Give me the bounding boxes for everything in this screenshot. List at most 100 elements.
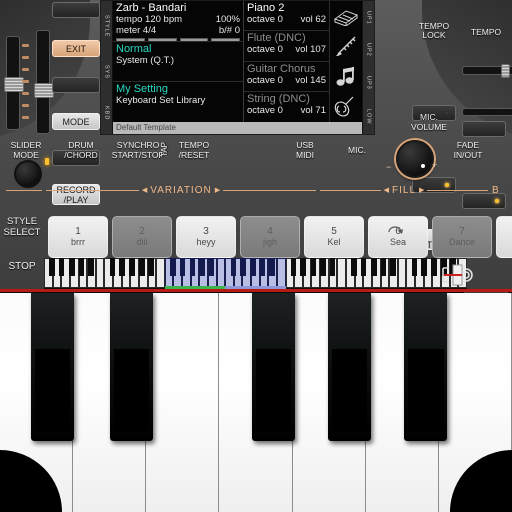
- part-row-upper3[interactable]: Guitar Chorus octave 0 vol 145: [244, 61, 362, 92]
- pad-7[interactable]: 7 Dance: [432, 216, 492, 258]
- lcd-mode-cell[interactable]: Normal System (Q.T.): [113, 42, 243, 83]
- mini-octave[interactable]: [225, 258, 286, 288]
- mini-white-key[interactable]: [216, 258, 226, 288]
- mini-white-key[interactable]: [156, 258, 165, 288]
- slider-volume-1[interactable]: [4, 36, 24, 130]
- speaker-volume-icon[interactable]: [440, 262, 480, 288]
- mini-black-key[interactable]: [119, 258, 125, 276]
- mini-black-key[interactable]: [129, 258, 135, 276]
- mini-octave[interactable]: [285, 258, 346, 288]
- exit-button[interactable]: EXIT: [52, 40, 100, 57]
- mini-black-key[interactable]: [199, 258, 205, 276]
- pad-8[interactable]: 8 Haa: [496, 216, 512, 258]
- lcd-tab-kbd[interactable]: KBD: [104, 105, 110, 121]
- rail-right-arrow: ▶: [214, 187, 221, 194]
- mode-button[interactable]: MODE: [52, 113, 100, 130]
- mic-volume-knob[interactable]: [396, 140, 434, 178]
- pad-5[interactable]: 5 Kel: [304, 216, 364, 258]
- mini-black-key[interactable]: [148, 258, 154, 276]
- slider-mode-knob[interactable]: [14, 160, 42, 188]
- right-button-top-2[interactable]: [462, 121, 506, 137]
- slider-1-handle[interactable]: [4, 77, 24, 92]
- mini-black-key[interactable]: [290, 258, 297, 276]
- mini-black-key[interactable]: [49, 258, 55, 276]
- lcd-display[interactable]: STYLE SYS KBD Zarb - Bandari tempo 120 b…: [100, 0, 375, 135]
- mini-black-key[interactable]: [259, 258, 266, 276]
- black-key[interactable]: [328, 293, 371, 441]
- tempo-slider[interactable]: [462, 64, 512, 78]
- part-row-lower[interactable]: String (DNC) octave 0 vol 71: [244, 91, 362, 122]
- mini-black-key[interactable]: [431, 258, 437, 276]
- mini-black-key[interactable]: [320, 258, 326, 276]
- mini-octave[interactable]: [44, 258, 105, 288]
- lcd-tab-lower[interactable]: LOW: [366, 108, 372, 126]
- mini-keyboard-overview[interactable]: [44, 258, 467, 292]
- mini-black-key[interactable]: [109, 258, 116, 276]
- lcd-tab-upper2[interactable]: UP2: [366, 42, 372, 58]
- mini-white-key[interactable]: [337, 258, 346, 288]
- mini-black-key[interactable]: [58, 258, 65, 276]
- left-button-top[interactable]: [52, 2, 100, 18]
- main-piano-keyboard[interactable]: [0, 293, 512, 512]
- mini-black-key[interactable]: [78, 258, 85, 276]
- slider-volume-2[interactable]: [34, 30, 54, 134]
- mini-white-key[interactable]: [397, 258, 407, 288]
- mini-octave[interactable]: [104, 258, 165, 288]
- part-row-upper2[interactable]: Flute (DNC) octave 0 vol 107: [244, 31, 362, 62]
- pad-name: jigh: [262, 237, 277, 247]
- mini-octave[interactable]: [346, 258, 407, 288]
- mic-label: MIC.: [348, 145, 366, 155]
- mini-black-key[interactable]: [240, 258, 246, 276]
- mini-octave[interactable]: [164, 258, 226, 288]
- pad-3[interactable]: 3 heyy: [176, 216, 236, 258]
- mini-black-key[interactable]: [208, 258, 215, 276]
- lcd-tab-upper1[interactable]: UP1: [366, 10, 372, 26]
- mini-black-key[interactable]: [310, 258, 317, 276]
- mini-black-key[interactable]: [179, 258, 186, 276]
- mini-black-key[interactable]: [300, 258, 306, 276]
- mini-black-key[interactable]: [189, 258, 196, 276]
- mini-black-key[interactable]: [380, 258, 387, 276]
- black-key[interactable]: [110, 293, 153, 441]
- mini-black-key[interactable]: [139, 258, 145, 276]
- mini-black-key[interactable]: [411, 258, 418, 276]
- slider-2-handle[interactable]: [34, 83, 54, 98]
- black-key[interactable]: [31, 293, 74, 441]
- mini-black-key[interactable]: [88, 258, 94, 276]
- mini-black-key[interactable]: [69, 258, 75, 276]
- black-key[interactable]: [252, 293, 295, 441]
- pad-4[interactable]: 4 jigh: [240, 216, 300, 258]
- white-key[interactable]: [438, 293, 512, 512]
- part-params: octave 0 vol 145: [247, 75, 326, 86]
- lcd-tab-sys[interactable]: SYS: [104, 64, 110, 80]
- lcd-setting-cell[interactable]: My Setting Keyboard Set Library: [113, 82, 243, 122]
- mini-white-key[interactable]: [95, 258, 105, 288]
- secondary-slider[interactable]: [462, 108, 512, 116]
- mini-black-key[interactable]: [230, 258, 237, 276]
- variation-rail: ◀ VARIATION ▶: [46, 185, 317, 196]
- pad-1[interactable]: 1 brrr: [48, 216, 108, 258]
- mini-white-key[interactable]: [276, 258, 286, 288]
- black-key[interactable]: [404, 293, 447, 441]
- part-info-upper2: Flute (DNC) octave 0 vol 107: [244, 31, 329, 62]
- mini-black-key[interactable]: [329, 258, 336, 276]
- tempo-slider-handle[interactable]: [501, 64, 510, 78]
- left-button-blank-1[interactable]: [52, 77, 100, 93]
- mini-black-key[interactable]: [170, 258, 176, 276]
- mini-black-key[interactable]: [351, 258, 357, 276]
- mini-black-key[interactable]: [421, 258, 427, 276]
- meter-value: meter 4/4: [116, 25, 157, 36]
- mini-black-key[interactable]: [250, 258, 256, 276]
- mini-black-key[interactable]: [269, 258, 275, 276]
- mini-black-key[interactable]: [371, 258, 377, 276]
- lcd-tab-style[interactable]: STYLE: [104, 14, 110, 38]
- white-key[interactable]: [146, 293, 220, 512]
- pad-2[interactable]: 2 diii: [112, 216, 172, 258]
- mini-black-key[interactable]: [390, 258, 396, 276]
- mini-black-key[interactable]: [360, 258, 367, 276]
- part-row-upper1[interactable]: Piano 2 octave 0 vol 62: [244, 1, 362, 32]
- pad-6[interactable]: 6 Sea: [368, 216, 428, 258]
- lcd-tab-upper3[interactable]: UP3: [366, 75, 372, 91]
- part-info-upper1: Piano 2 octave 0 vol 62: [244, 1, 329, 32]
- lcd-style-cell[interactable]: Zarb - Bandari tempo 120 bpm 100% meter …: [113, 1, 243, 42]
